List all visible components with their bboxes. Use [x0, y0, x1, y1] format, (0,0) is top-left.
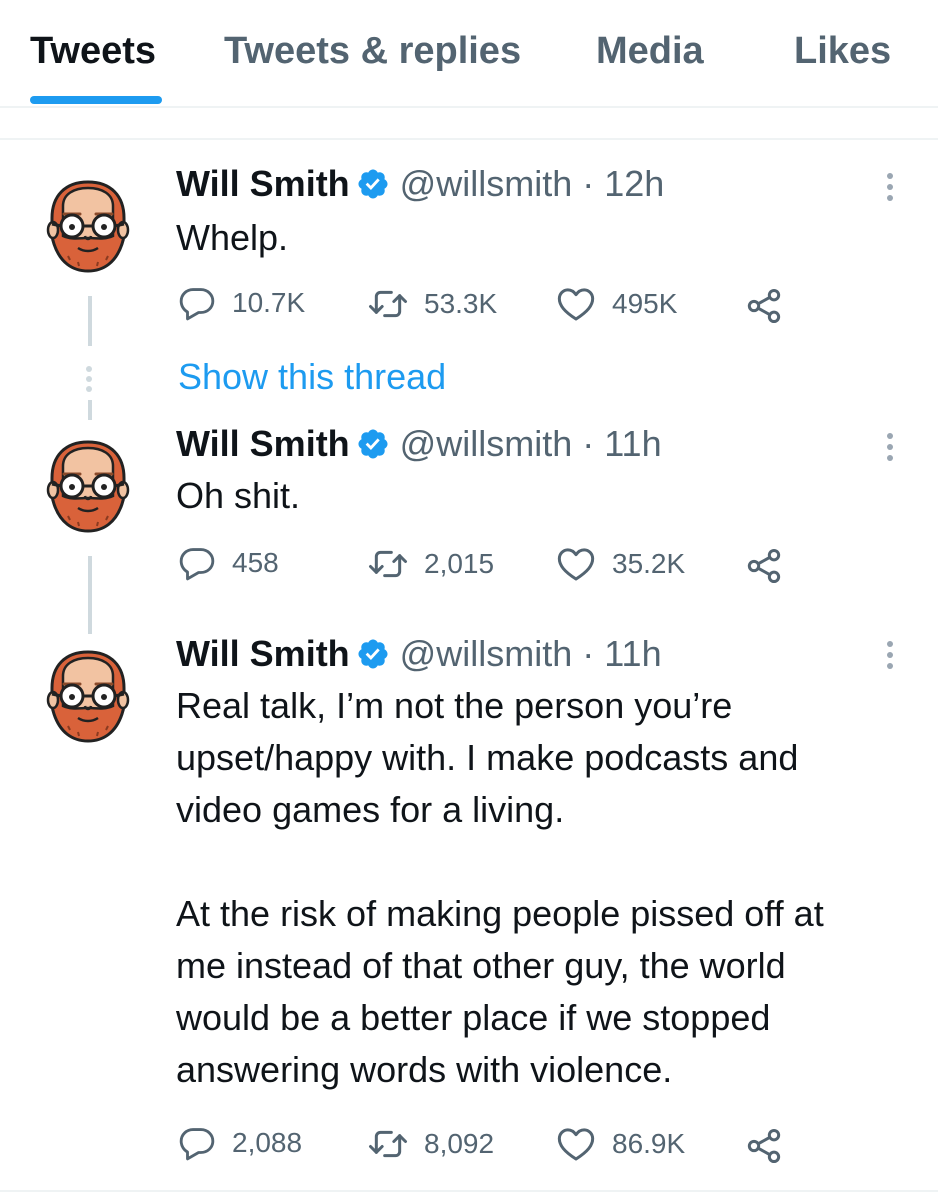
reply-button[interactable]: 2,088	[178, 1124, 302, 1162]
tweet-text: Oh shit.	[176, 475, 301, 516]
retweet-icon	[368, 1124, 408, 1164]
retweet-count: 2,015	[424, 548, 495, 579]
tweet-text: Real talk, I’m not the person you’re ups…	[176, 685, 824, 1090]
show-thread-link[interactable]: Show this thread	[178, 356, 446, 398]
retweet-button[interactable]: 53.3K	[368, 284, 497, 324]
retweet-count: 8,092	[424, 1128, 495, 1159]
tab-media[interactable]: Media	[596, 30, 704, 73]
heart-icon	[556, 1124, 596, 1164]
thread-line	[88, 556, 92, 634]
tweet-header: Will Smith @willsmith · 11h	[176, 422, 662, 466]
heart-icon	[556, 284, 596, 324]
more-options-icon[interactable]	[882, 636, 898, 674]
retweet-button[interactable]: 8,092	[368, 1124, 494, 1164]
share-icon[interactable]	[744, 1126, 784, 1166]
like-button[interactable]: 35.2K	[556, 544, 685, 584]
reply-count: 2,088	[232, 1127, 303, 1158]
like-button[interactable]: 495K	[556, 284, 677, 324]
verified-badge-icon	[356, 427, 390, 461]
thread-line	[88, 400, 92, 420]
section-divider	[0, 138, 938, 140]
retweet-icon	[368, 284, 408, 324]
reply-button[interactable]: 458	[178, 544, 279, 582]
profile-tabs: Tweets Tweets & replies Media Likes	[0, 0, 938, 108]
tweet-header: Will Smith @willsmith · 12h	[176, 162, 664, 206]
share-icon[interactable]	[744, 546, 784, 586]
like-count: 35.2K	[612, 548, 686, 579]
more-options-icon[interactable]	[882, 428, 898, 466]
retweet-button[interactable]: 2,015	[368, 544, 494, 584]
tweet-divider	[0, 1190, 938, 1192]
heart-icon	[556, 544, 596, 584]
reply-count: 458	[232, 547, 279, 578]
tab-likes[interactable]: Likes	[794, 30, 891, 73]
share-icon[interactable]	[744, 286, 784, 326]
like-count: 495K	[612, 288, 678, 319]
more-options-icon[interactable]	[882, 168, 898, 206]
tweet-header: Will Smith @willsmith · 11h	[176, 632, 662, 676]
author-handle-time[interactable]: @willsmith · 12h	[400, 163, 665, 204]
tweet-text: Whelp.	[176, 217, 289, 258]
tab-tweets[interactable]: Tweets	[30, 30, 156, 73]
author-handle-time[interactable]: @willsmith · 11h	[400, 423, 662, 464]
author-name[interactable]: Will Smith	[176, 163, 350, 204]
like-button[interactable]: 86.9K	[556, 1124, 685, 1164]
avatar[interactable]	[38, 436, 138, 536]
avatar[interactable]	[38, 176, 138, 276]
tab-tweets-and-replies[interactable]: Tweets & replies	[224, 30, 521, 73]
like-count: 86.9K	[612, 1128, 686, 1159]
author-name[interactable]: Will Smith	[176, 423, 350, 464]
retweet-count: 53.3K	[424, 288, 498, 319]
reply-icon	[178, 544, 216, 582]
reply-count: 10.7K	[232, 287, 306, 318]
verified-badge-icon	[356, 637, 390, 671]
author-name[interactable]: Will Smith	[176, 633, 350, 674]
verified-badge-icon	[356, 167, 390, 201]
reply-icon	[178, 1124, 216, 1162]
author-handle-time[interactable]: @willsmith · 11h	[400, 633, 662, 674]
reply-button[interactable]: 10.7K	[178, 284, 305, 322]
avatar[interactable]	[38, 646, 138, 746]
active-tab-indicator	[30, 96, 162, 104]
thread-gap-dots	[86, 362, 92, 396]
thread-line	[88, 296, 92, 346]
reply-icon	[178, 284, 216, 322]
retweet-icon	[368, 544, 408, 584]
